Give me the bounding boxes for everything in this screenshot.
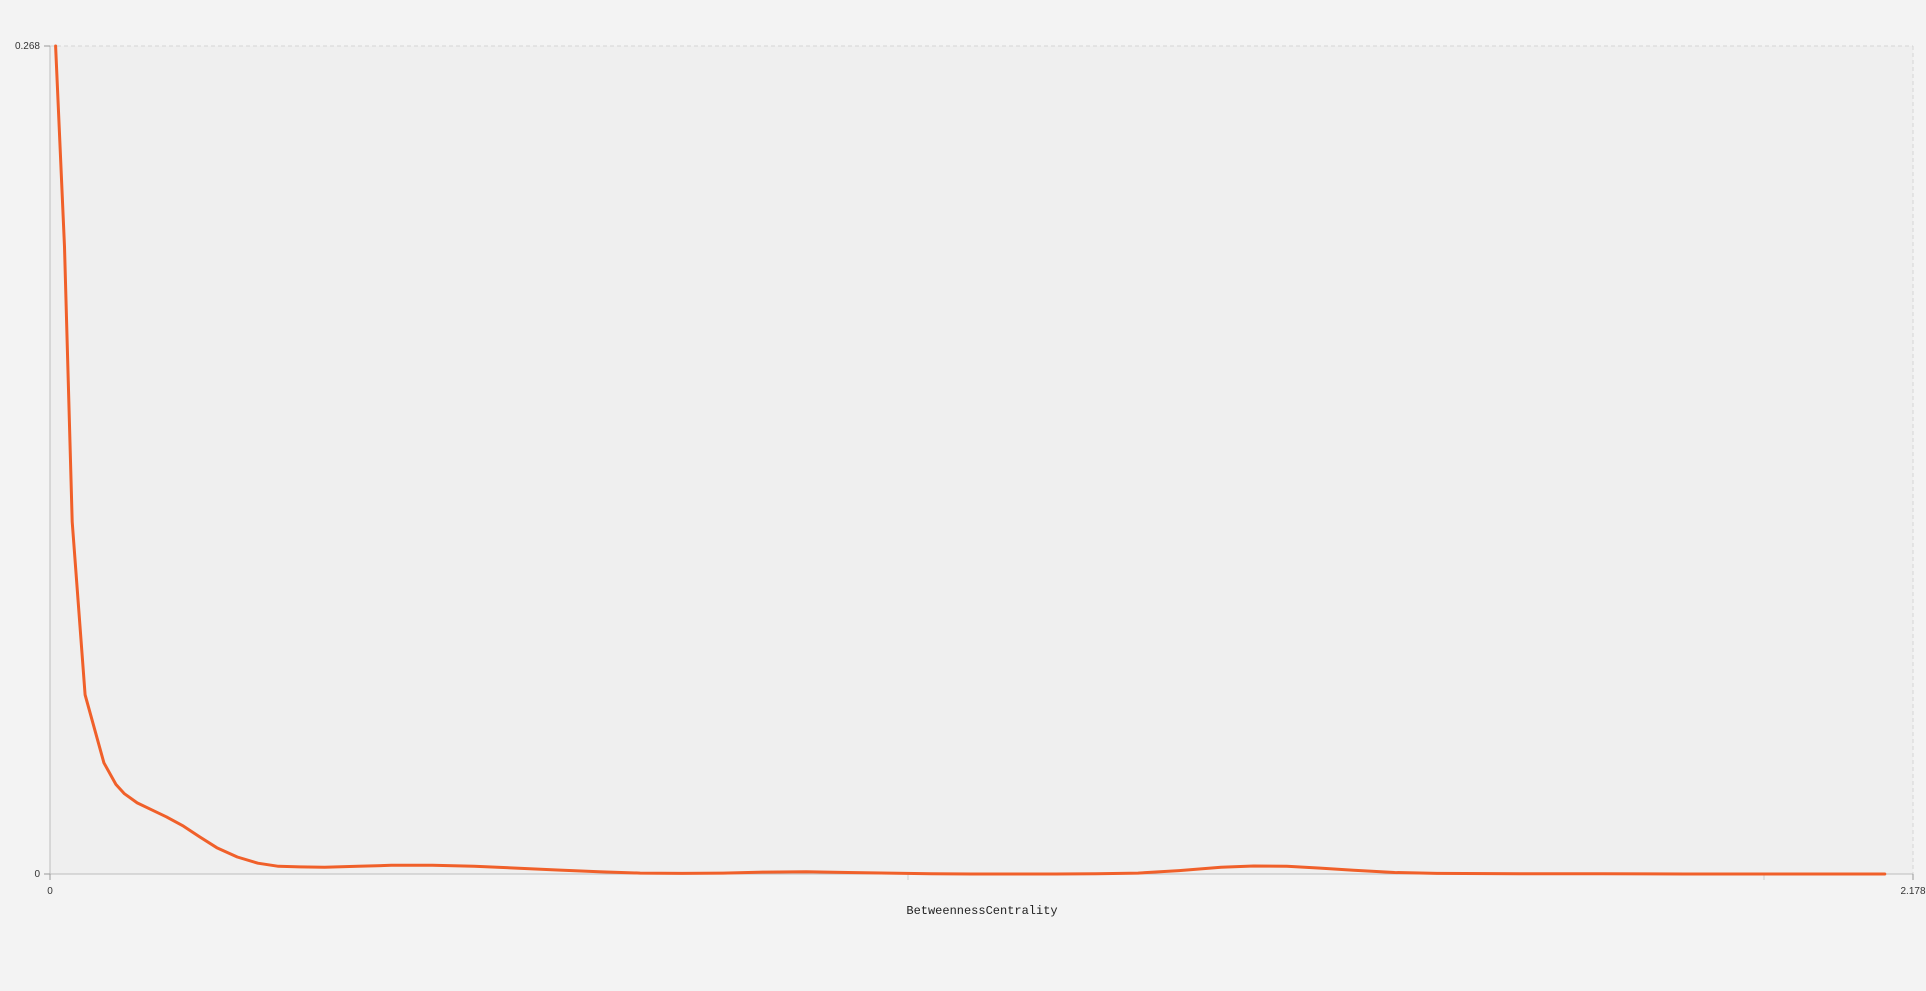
y-tick-label-min: 0 [34, 869, 40, 880]
x-axis-ticks: 0 2.178 [47, 874, 1926, 897]
y-axis-ticks: 0.268 0 [15, 41, 50, 880]
y-tick-label-max: 0.268 [15, 41, 40, 52]
plot-area [50, 46, 1913, 874]
x-tick-label-max: 2.178 [1900, 886, 1925, 897]
x-axis-title: BetweennessCentrality [906, 904, 1057, 918]
chart-container: 0 2.178 0.268 0 BetweennessCentrality [0, 0, 1926, 986]
x-tick-label-min: 0 [47, 886, 53, 897]
line-chart: 0 2.178 0.268 0 BetweennessCentrality [15, 41, 1926, 918]
